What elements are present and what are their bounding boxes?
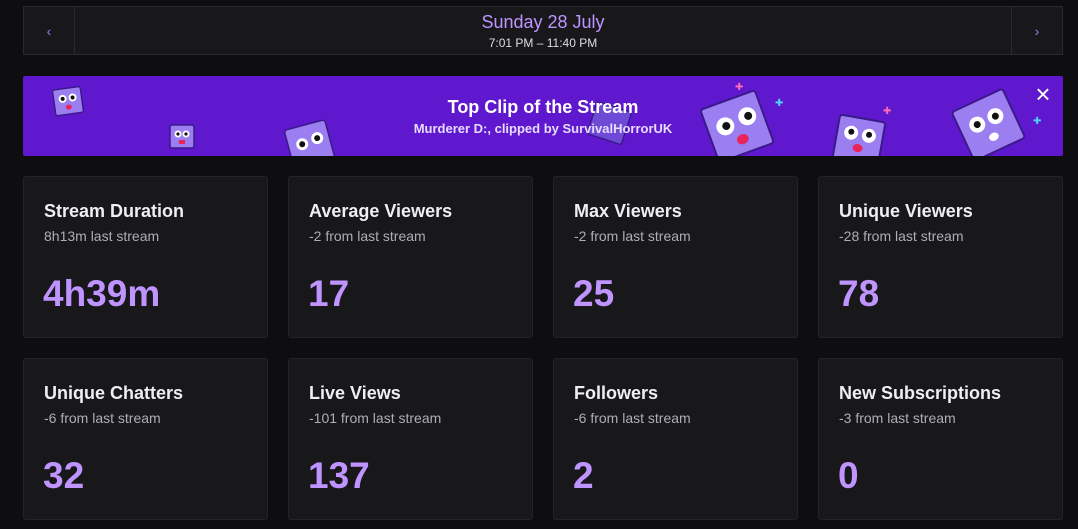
stream-time-range: 7:01 PM – 11:40 PM <box>488 35 598 50</box>
stat-comparison: -6 from last stream <box>44 410 161 426</box>
stat-title: Unique Viewers <box>839 201 973 221</box>
previous-stream-button[interactable]: ‹ <box>24 7 75 54</box>
stat-card-live-views: Live Views -101 from last stream 137 <box>288 358 533 520</box>
stat-comparison: 8h13m last stream <box>44 228 160 244</box>
banner-title: Top Clip of the Stream <box>447 97 639 117</box>
stat-title: Max Viewers <box>574 201 682 221</box>
stat-comparison: -3 from last stream <box>839 410 956 426</box>
stat-title: Average Viewers <box>309 201 453 221</box>
stat-title: New Subscriptions <box>839 383 1002 403</box>
stat-title: Stream Duration <box>44 201 185 221</box>
stat-value: 0 <box>838 455 859 496</box>
stat-card-max-viewers: Max Viewers -2 from last stream 25 <box>553 176 798 338</box>
stat-title: Followers <box>574 383 659 403</box>
stat-card-unique-chatters: Unique Chatters -6 from last stream 32 <box>23 358 268 520</box>
stat-comparison: -6 from last stream <box>574 410 691 426</box>
chevron-right-icon: › <box>1034 22 1040 39</box>
stat-comparison: -2 from last stream <box>574 228 691 244</box>
stream-date: Sunday 28 July <box>481 11 605 32</box>
stat-comparison: -28 from last stream <box>839 228 964 244</box>
stat-card-average-viewers: Average Viewers -2 from last stream 17 <box>288 176 533 338</box>
stat-card-stream-duration: Stream Duration 8h13m last stream 4h39m <box>23 176 268 338</box>
stat-value: 25 <box>573 273 615 314</box>
stat-value: 2 <box>573 455 594 496</box>
close-icon: × <box>1035 79 1051 109</box>
stat-title: Unique Chatters <box>44 383 184 403</box>
banner-subtitle: Murderer D:, clipped by SurvivalHorrorUK <box>413 121 673 136</box>
stat-value: 4h39m <box>43 273 161 314</box>
top-clip-banner[interactable]: ✚ ✚ ✚ ✚ Top Clip of the Stream Murderer … <box>23 76 1063 156</box>
banner-text: Top Clip of the Stream Murderer D:, clip… <box>23 96 1063 138</box>
stat-card-followers: Followers -6 from last stream 2 <box>553 358 798 520</box>
stat-value: 78 <box>838 273 880 314</box>
stat-title: Live Views <box>309 383 401 403</box>
stat-value: 17 <box>308 273 350 314</box>
date-display: Sunday 28 July 7:01 PM – 11:40 PM <box>75 7 1011 54</box>
stat-value: 32 <box>43 455 85 496</box>
next-stream-button[interactable]: › <box>1011 7 1062 54</box>
close-button[interactable]: × <box>1031 79 1055 109</box>
stat-value: 137 <box>308 455 370 496</box>
date-navigator: ‹ Sunday 28 July 7:01 PM – 11:40 PM › <box>23 6 1063 55</box>
stat-card-new-subscriptions: New Subscriptions -3 from last stream 0 <box>818 358 1063 520</box>
stat-comparison: -101 from last stream <box>309 410 442 426</box>
stat-comparison: -2 from last stream <box>309 228 426 244</box>
sparkle-icon: ✚ <box>735 82 744 93</box>
chevron-left-icon: ‹ <box>46 22 52 39</box>
stat-card-unique-viewers: Unique Viewers -28 from last stream 78 <box>818 176 1063 338</box>
stream-summary-page: ‹ Sunday 28 July 7:01 PM – 11:40 PM › ✚ … <box>0 0 1078 529</box>
